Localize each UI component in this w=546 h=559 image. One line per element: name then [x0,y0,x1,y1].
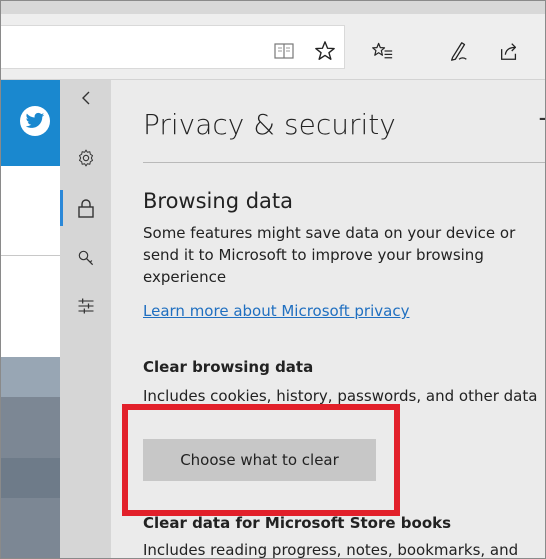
notes-pen-icon[interactable] [448,40,470,62]
twitter-icon[interactable] [20,106,50,136]
back-chevron-icon[interactable] [60,80,111,116]
favorites-list-icon[interactable] [371,40,393,62]
search-key-icon[interactable] [60,240,111,276]
favorite-star-icon[interactable] [314,40,336,62]
store-books-description: Includes reading progress, notes, bookma… [143,541,519,559]
gear-icon[interactable] [60,140,111,176]
lock-icon[interactable] [60,190,111,226]
page-image-band [0,357,60,397]
settings-nav-rail [60,80,111,559]
browsing-data-description: Some features might save data on your de… [143,224,516,286]
pin-pane-button[interactable]: + [537,104,546,134]
pane-title: Privacy & security [143,108,396,141]
browsing-data-heading: Browsing data [143,189,293,213]
privacy-learn-more-link[interactable]: Learn more about Microsoft privacy [143,302,409,320]
share-icon[interactable] [498,40,520,62]
title-bar [0,0,546,14]
annotation-highlight-box [122,404,400,516]
web-page-content [0,80,60,559]
browser-window: Privacy & security + Browsing data Some … [0,0,546,559]
page-image-band [0,458,60,498]
title-divider [143,162,546,163]
reading-view-icon[interactable] [273,40,295,62]
page-divider [0,255,60,256]
sliders-icon[interactable] [60,288,111,324]
store-books-heading: Clear data for Microsoft Store books [143,514,452,532]
browser-toolbar [0,14,546,80]
clear-browsing-data-heading: Clear browsing data [143,358,314,376]
